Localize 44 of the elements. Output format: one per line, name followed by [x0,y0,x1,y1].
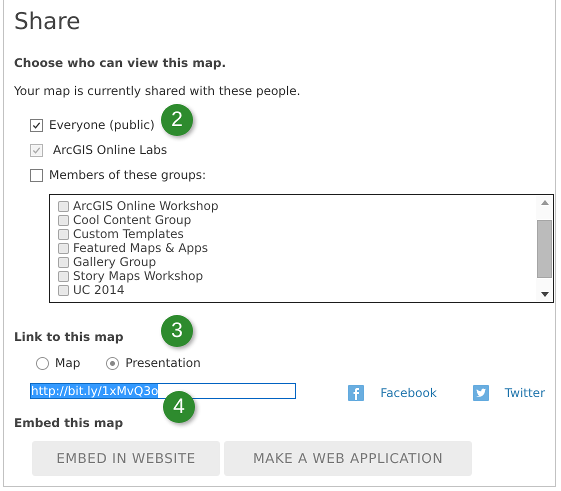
scrollbar[interactable] [536,195,553,302]
step-badge: 4 [163,391,195,423]
embed-button[interactable]: MAKE A WEB APPLICATION [224,441,472,476]
embed-button[interactable]: EMBED IN WEBSITE [32,441,220,476]
checkbox[interactable] [30,118,43,132]
checkbox[interactable] [30,168,43,182]
checkbox[interactable] [58,284,69,296]
radio-label: Presentation [125,356,201,370]
checkbox-label: Everyone (public) [49,118,155,132]
group-label: UC 2014 [73,283,125,297]
section-heading: Embed this map [14,416,124,430]
description-text: Your map is currently shared with these people. [14,84,302,98]
share-link[interactable]: Facebook [380,386,437,400]
checkbox[interactable] [58,214,69,226]
panel-title: Share [14,8,82,36]
group-label: Custom Templates [73,227,184,241]
checkbox[interactable] [58,242,69,254]
radio-button[interactable] [36,356,49,370]
checkbox[interactable] [58,200,69,212]
checkbox[interactable] [58,228,69,240]
radio-button[interactable] [106,356,120,370]
radio-label: Map [55,356,80,370]
step-badge: 3 [161,315,193,347]
group-label: Gallery Group [73,255,156,269]
checkbox-label: Members of these groups: [49,168,206,182]
check-icon [32,120,41,130]
section-heading: Link to this map [14,330,125,344]
group-label: Story Maps Workshop [73,269,204,283]
checkbox[interactable] [58,270,69,282]
group-label: Cool Content Group [73,213,192,227]
facebook-icon[interactable] [348,385,364,401]
group-label: Featured Maps & Apps [73,241,208,255]
section-heading: Choose who can view this map. [14,56,228,70]
group-label: ArcGIS Online Workshop [73,199,218,213]
scrollbar-thumb[interactable] [537,220,552,278]
check-icon [32,146,41,154]
scroll-up-icon[interactable] [540,200,548,205]
checkbox[interactable] [58,256,69,268]
share-link[interactable]: Twitter [504,386,545,400]
scroll-down-icon[interactable] [540,292,548,297]
step-badge: 2 [161,104,193,136]
bird-icon[interactable] [472,385,489,401]
checkbox-label: ArcGIS Online Labs [53,143,168,157]
link-field[interactable]: http://bit.ly/1xMvQ3o [30,383,296,399]
